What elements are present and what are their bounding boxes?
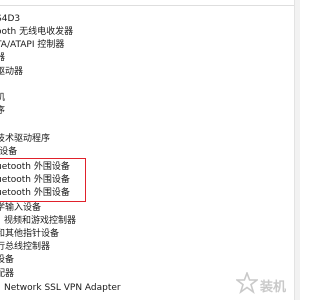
tree-item-label: 驱动器 — [0, 67, 24, 77]
tree-item-label: 设备 — [0, 255, 15, 265]
tree-item-label: TA/ATAPI 控制器 — [0, 40, 65, 50]
tree-item[interactable]: S4D3 — [0, 13, 20, 25]
tree-item[interactable]: 配器 — [0, 268, 14, 280]
tree-item-label: 和其他指针设备 — [0, 229, 60, 239]
vertical-scrollbar[interactable] — [294, 0, 300, 300]
tree-item[interactable]: 和其他指针设备 — [0, 228, 59, 240]
tree-item-label: 机 — [0, 93, 6, 103]
tree-item-label: 器 — [0, 53, 6, 63]
tree-item-label: 序 — [0, 106, 6, 116]
star-logo-icon — [236, 272, 258, 294]
tree-item[interactable]: Network SSL VPN Adapter — [4, 282, 121, 294]
tree-item-label: ooth 无线电收发器 — [0, 27, 74, 37]
tree-item[interactable]: 行总线控制器 — [0, 241, 50, 253]
watermark-text: 装机 — [260, 280, 287, 295]
tree-item-label: 配器 — [0, 269, 15, 279]
highlight-box — [0, 158, 86, 202]
tree-item[interactable]: 驱动器 — [0, 66, 23, 78]
tree-item[interactable]: 序 — [0, 105, 5, 117]
tree-item[interactable]: 设备 — [0, 254, 14, 266]
tree-item[interactable]: 学输入设备 — [0, 202, 41, 214]
tree-item[interactable]: ooth 无线电收发器 — [0, 26, 73, 38]
tree-item[interactable]: 器 — [0, 52, 5, 64]
tree-item-label: 技术驱动程序 — [0, 134, 51, 144]
tree-item-label: -设备 — [0, 147, 18, 157]
tree-item-label: 学输入设备 — [0, 203, 42, 213]
tree-item[interactable]: TA/ATAPI 控制器 — [0, 39, 64, 51]
tree-item-label: S4D3 — [0, 14, 21, 24]
tree-item-label: 视频和游戏控制器 — [4, 216, 77, 226]
device-tree: S4D3 ooth 无线电收发器 TA/ATAPI 控制器 器 驱动器 机 序 … — [0, 6, 294, 300]
tree-item[interactable]: 机 — [0, 92, 5, 104]
tree-item-label: Network SSL VPN Adapter — [4, 283, 121, 293]
tree-item[interactable]: 视频和游戏控制器 — [4, 215, 76, 227]
tree-item-label: 行总线控制器 — [0, 242, 51, 252]
tree-item[interactable]: -设备 — [0, 146, 17, 158]
watermark: 装机 — [236, 272, 298, 296]
tree-item[interactable]: 技术驱动程序 — [0, 133, 50, 145]
